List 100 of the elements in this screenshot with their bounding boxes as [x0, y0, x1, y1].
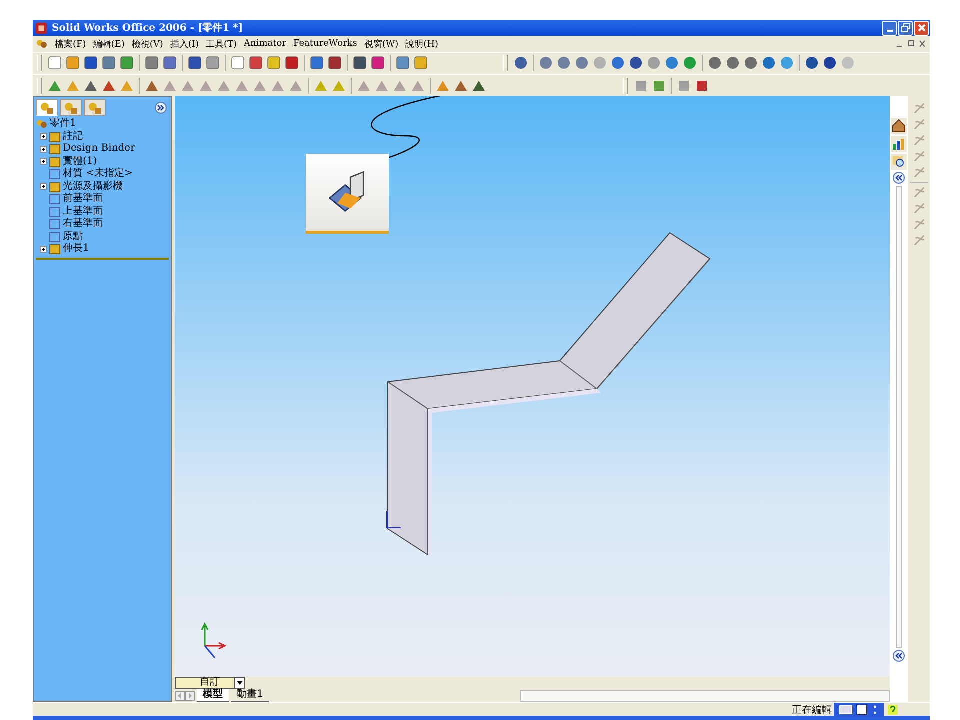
tree-item[interactable]: 伸長1: [63, 243, 90, 256]
caret-icon: [236, 681, 242, 686]
sheet-tab[interactable]: 動畫1: [231, 689, 270, 702]
tool-icon[interactable]: [664, 55, 680, 72]
feature-icon: [49, 206, 61, 218]
menu-item[interactable]: FeatureWorks: [293, 39, 358, 50]
sketch-tool-icon[interactable]: [912, 134, 926, 148]
tool-icon[interactable]: [119, 55, 135, 72]
configuration-dropdown[interactable]: 自訂: [175, 677, 245, 690]
tool-icon[interactable]: [65, 55, 81, 72]
expand-panel-icon[interactable]: [155, 102, 167, 114]
tool-icon[interactable]: [230, 55, 246, 72]
panel-tab[interactable]: [60, 99, 82, 116]
tool-icon[interactable]: [370, 55, 386, 72]
feature-icon: [49, 180, 61, 193]
tool-icon[interactable]: [101, 55, 117, 72]
tool-icon[interactable]: [822, 55, 838, 72]
chart-icon[interactable]: [891, 136, 907, 152]
sketch-tool-icon[interactable]: [912, 150, 926, 164]
tool-icon[interactable]: [266, 55, 282, 72]
tree-item[interactable]: 上基準面: [63, 206, 103, 218]
tool-icon[interactable]: [47, 55, 63, 72]
tool-icon[interactable]: [352, 55, 368, 72]
tool-icon[interactable]: [309, 55, 325, 72]
app-logo-icon: [35, 22, 48, 35]
collapse-icon[interactable]: [891, 650, 907, 662]
panel-tab[interactable]: [84, 99, 106, 116]
parts-icon: [40, 100, 54, 115]
parts-icon: [36, 118, 48, 130]
sheet-tab[interactable]: 模型: [197, 689, 229, 702]
tool-icon[interactable]: [248, 55, 264, 72]
tool-icon[interactable]: [556, 55, 572, 72]
tool-icon[interactable]: [162, 55, 178, 72]
tool-icon[interactable]: [725, 55, 741, 72]
sketch-tool-icon[interactable]: [912, 166, 926, 180]
collapse-icon[interactable]: [891, 172, 907, 184]
tool-icon[interactable]: [413, 55, 429, 72]
window-title: Solid Works Office 2006 - [零件1 *]: [52, 22, 244, 36]
expand-icon[interactable]: [40, 146, 47, 153]
tree-item[interactable]: Design Binder: [63, 143, 136, 156]
tool-icon[interactable]: [83, 55, 99, 72]
expand-icon[interactable]: [40, 158, 47, 166]
sketch-tool-icon[interactable]: [912, 202, 926, 216]
menu-item[interactable]: 檔案(F): [55, 38, 86, 51]
tool-icon[interactable]: [144, 55, 160, 72]
tree-item[interactable]: 實體(1): [63, 156, 98, 168]
tool-icon[interactable]: [513, 55, 529, 72]
menu-item[interactable]: 說明(H): [406, 38, 439, 51]
menu-item[interactable]: 編輯(E): [93, 38, 125, 51]
tool-icon[interactable]: [574, 55, 590, 72]
sketch-tool-icon[interactable]: [912, 118, 926, 132]
document-controls-icon[interactable]: [896, 40, 926, 48]
tool-icon[interactable]: [707, 55, 723, 72]
menu-item[interactable]: 檢視(V): [132, 38, 164, 51]
feature-icon: [49, 193, 61, 206]
tree-item[interactable]: 原點: [63, 230, 83, 243]
sketch-tool-icon[interactable]: [912, 102, 926, 116]
menu-item[interactable]: 視窗(W): [364, 38, 399, 51]
menu-item[interactable]: 工具(T): [206, 38, 238, 51]
help-icon[interactable]: [888, 704, 898, 715]
feature-icon: [49, 143, 61, 156]
feature-icon: [49, 243, 61, 256]
tree-item[interactable]: 右基準面: [63, 218, 103, 230]
search-icon[interactable]: [891, 154, 907, 170]
tool-icon[interactable]: [327, 55, 343, 72]
parts-icon: [64, 100, 78, 115]
expand-icon[interactable]: [40, 133, 47, 140]
status-icons-icon[interactable]: [839, 704, 879, 716]
sketch-tool-icon[interactable]: [912, 218, 926, 232]
panel-tab[interactable]: [36, 99, 58, 116]
tree-item[interactable]: 前基準面: [63, 193, 103, 206]
tool-icon[interactable]: [205, 55, 221, 72]
feature-icon: [49, 168, 61, 180]
tree-item[interactable]: 光源及攝影機: [63, 180, 123, 193]
tool-icon[interactable]: [761, 55, 777, 72]
minimize-button[interactable]: [882, 20, 897, 36]
horizontal-scrollbar[interactable]: [520, 690, 890, 702]
tab-scroll-arrows-icon[interactable]: [175, 690, 195, 701]
tool-icon[interactable]: [395, 55, 411, 72]
home-icon[interactable]: [891, 118, 907, 134]
tool-icon[interactable]: [804, 55, 820, 72]
tool-icon[interactable]: [284, 55, 300, 72]
restore-icon: [900, 23, 910, 34]
sketch-tool-icon[interactable]: [912, 234, 926, 248]
close-button[interactable]: [914, 20, 929, 36]
expand-icon[interactable]: [40, 183, 47, 190]
tool-icon[interactable]: [628, 55, 644, 72]
restore-button[interactable]: [898, 20, 913, 36]
tool-icon[interactable]: [538, 55, 554, 72]
tool-icon[interactable]: [187, 55, 203, 72]
menu-item[interactable]: Animator: [244, 39, 286, 50]
tree-item[interactable]: 材質 <未指定>: [63, 168, 133, 180]
menu-item[interactable]: 插入(I): [170, 38, 199, 51]
tree-item[interactable]: 註記: [63, 130, 83, 143]
sketch-tool-icon[interactable]: [912, 186, 926, 200]
status-text: 正在編輯: [792, 704, 832, 717]
tree-item[interactable]: 零件1: [50, 118, 76, 130]
tool-icon[interactable]: [743, 55, 759, 72]
tool-icon[interactable]: [610, 55, 626, 72]
expand-icon[interactable]: [40, 246, 47, 253]
